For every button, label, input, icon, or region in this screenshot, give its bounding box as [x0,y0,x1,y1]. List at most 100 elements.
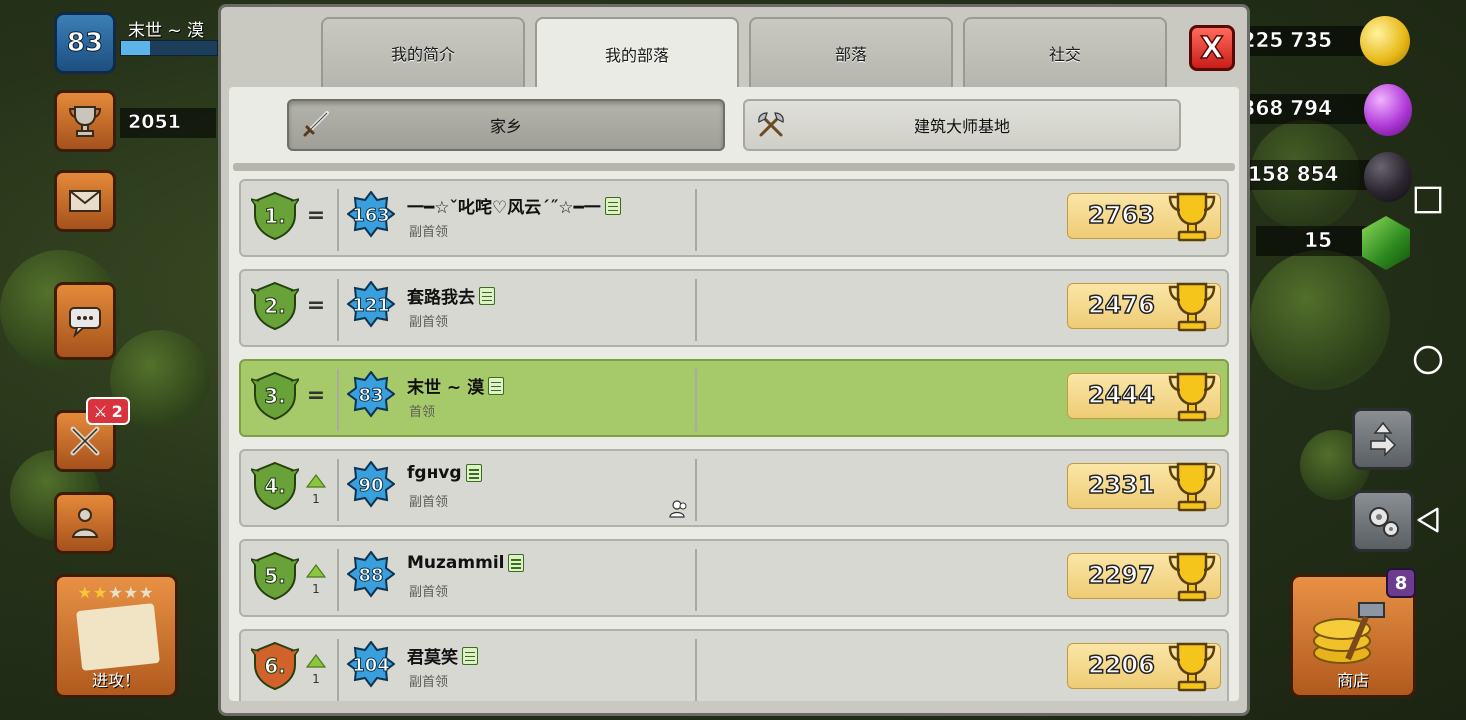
player-level-number: 104 [352,654,391,676]
settings-button[interactable] [1352,490,1414,552]
rank-up-arrow-icon [305,474,327,488]
player-level-number: 121 [352,294,391,316]
member-row[interactable]: 2. = 121 套路我去 副首领 2476 [239,269,1229,347]
rank-change: 1 [305,563,327,596]
member-name-text: 君莫笑 [407,648,458,668]
league-rank-badge: 2. [251,281,299,331]
trophy-count-box: 2444 [1067,372,1221,422]
member-name[interactable]: 套路我去 [407,283,495,308]
rank-change-amount: 1 [312,492,320,506]
rank-up-arrow-icon [305,654,327,668]
rank-change-amount: 1 [312,672,320,686]
subtab-label: 建筑大师基地 [913,117,1010,136]
tab-social[interactable]: 社交 [963,17,1167,87]
campaign-stars: ★★★★★ [77,583,155,602]
mail-button[interactable] [54,170,116,232]
tab-label: 我的部落 [604,46,669,65]
rank-number: 3. [264,384,286,409]
builder-icon [71,508,99,538]
member-row[interactable]: 1. = 163 一━☆ˇ叱咤♡风云ˊ˝☆━一 副首领 2763 [239,179,1229,257]
rank-up-arrow-icon [305,564,327,578]
trophy-count-box: 2763 [1067,192,1221,242]
tab-my-clan[interactable]: 我的部落 [535,17,739,89]
column-divider [337,369,339,431]
home-nav-button[interactable] [1412,344,1444,376]
rank-number: 4. [264,474,286,499]
rank-change: = [305,383,327,408]
rank-number: 1. [264,204,286,229]
rank-number: 5. [264,564,286,589]
attack-button[interactable]: ★★★★★ 进攻！ [54,574,178,698]
member-trophies: 2297 [1087,560,1155,590]
member-row[interactable]: 3. = 83 末世 ~ 漠 首领 2444 [239,359,1229,437]
chat-button[interactable] [54,282,116,360]
rank-change: = [305,293,327,318]
subtab-home-village[interactable]: 家乡 [287,99,725,151]
member-role: 副首领 [409,225,449,240]
recents-nav-button[interactable] [1412,184,1444,216]
list-top-divider [233,163,1235,171]
column-divider [695,369,697,431]
clan-panel: 我的简介 我的部落 部落 社交 X 家乡 建筑大师基地 1. = 163 一━☆… [218,4,1250,716]
member-row[interactable]: 5. 1 88 Muzammil 副首领 2297 [239,539,1229,617]
shop-label: 商店 [1336,671,1369,690]
xp-progress-bar [120,40,218,56]
member-row[interactable]: 6. 1 104 君莫笑 副首领 2206 [239,629,1229,701]
member-name[interactable]: 末世 ~ 漠 [407,373,505,398]
trophy-count-box: 2297 [1067,552,1221,602]
member-name[interactable]: 一━☆ˇ叱咤♡风云ˊ˝☆━一 [407,193,621,218]
member-role: 副首领 [409,675,449,690]
member-trophies: 2331 [1087,470,1155,500]
column-divider [337,639,339,701]
trophy-button[interactable] [54,90,116,152]
column-divider [337,459,339,521]
player-level-star: 163 [347,191,395,239]
player-level-number: 163 [352,204,391,226]
elixir-drop-icon [1364,84,1412,136]
builder-button[interactable] [54,492,116,554]
notes-icon [508,554,525,572]
player-level-star: 88 [347,551,395,599]
sword-icon [303,111,329,137]
player-level-star: 104 [347,641,395,689]
member-trophies: 2206 [1087,650,1155,680]
gold-coin-icon [1360,16,1410,66]
member-name-text: 一━☆ˇ叱咤♡风云ˊ˝☆━一 [407,198,601,218]
member-name[interactable]: Muzammil [407,553,525,573]
member-row[interactable]: 4. 1 90 fgнvg 副首领 2331 [239,449,1229,527]
dark-elixir-icon [1364,152,1412,202]
gold-trophy-icon [1168,372,1216,422]
notes-icon [462,646,478,665]
column-divider [695,189,697,251]
tab-label: 部落 [834,45,867,64]
tab-clans[interactable]: 部落 [749,17,953,87]
player-level-number: 90 [358,474,384,496]
back-nav-button[interactable] [1412,504,1444,536]
member-name[interactable]: 君莫笑 [407,643,478,668]
column-divider [337,279,339,341]
column-divider [337,189,339,251]
gems-amount: 15 [1256,226,1376,256]
switch-base-button[interactable] [1352,408,1414,470]
subtab-builder-base[interactable]: 建筑大师基地 [743,99,1181,151]
trophy-icon [68,106,102,137]
tab-label: 我的简介 [390,45,455,64]
rank-number: 2. [264,294,286,319]
column-divider [695,279,697,341]
gold-trophy-icon [1168,192,1216,242]
envelope-icon [69,190,101,212]
close-button[interactable]: X [1189,25,1235,71]
rank-change: = [305,203,327,228]
trophy-count-box: 2331 [1067,462,1221,512]
rank-unchanged-icon: = [306,383,326,408]
member-name[interactable]: fgнvg [407,463,482,483]
member-role: 副首领 [409,495,449,510]
gold-trophy-icon [1168,462,1216,512]
rank-unchanged-icon: = [306,293,326,318]
close-icon: X [1200,30,1225,67]
player-level-badge[interactable]: 83 [54,12,116,74]
player-level-number: 83 [358,384,384,406]
column-divider [695,549,697,611]
tab-my-profile[interactable]: 我的简介 [321,17,525,87]
player-name: 末世 ~ 漠 [128,21,205,41]
